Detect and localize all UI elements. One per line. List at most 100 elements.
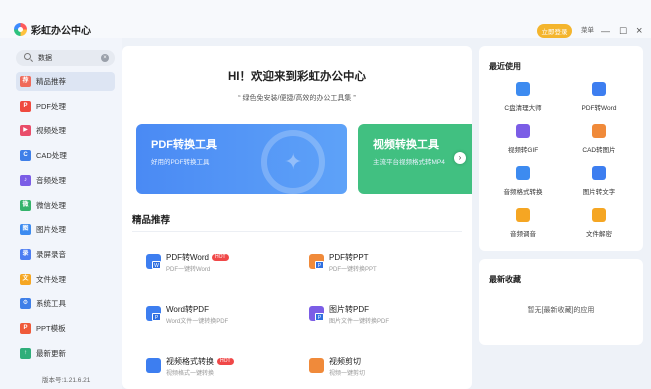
hot-badge: HOT [211,254,229,262]
pdf-word-icon [592,82,606,96]
sidebar-item-label: PPT模板 [36,324,66,333]
recent-item-label: C盘清理大师 [504,105,542,112]
tool-item[interactable]: W PDF转Word HOT PDF一键转Word [129,252,279,282]
update-icon: ↑ [20,347,31,359]
acrobat-deco-icon: ✦ [284,149,303,174]
audio-convert-icon [516,166,530,180]
recent-panel: 最近使用 C盘清理大师 PDF转Word 视频转GIF CAD转图片音频格式转换 图片转… [479,46,643,251]
volume-icon [516,208,530,222]
tool-item[interactable]: P PDF转PPT PDF一键转换PPT [292,252,442,282]
tool-desc: Word文件一键转换PDF [166,319,229,325]
ocr-icon [592,166,606,180]
sidebar-item[interactable]: 图图片处理 [16,220,115,239]
recent-item-label: 音频调音 [510,231,536,238]
close-icon[interactable]: × [636,24,642,38]
divider [132,231,462,232]
recent-item-label: CAD转图片 [582,147,616,154]
video-icon: ▶ [20,125,31,137]
sidebar-item-label: 系统工具 [36,299,66,309]
folder-icon: 文 [20,273,31,285]
recent-item-label: 文件解密 [586,231,612,238]
recent-item[interactable]: PDF转Word [564,82,634,116]
tool-item[interactable]: 视频剪切视频一键剪切 [292,356,442,386]
main-panel: HI！欢迎来到彩虹办公中心 “ 绿色免安装/便捷/高效的办公工具集 ” PDF转… [122,46,472,389]
favorites-panel: 最新收藏 暂无[最新收藏]的应用 [479,259,643,345]
card-title: PDF转换工具 [151,139,217,151]
tool-desc: 视频一键剪切 [329,371,366,377]
sidebar-item[interactable]: 荐精品推荐 [16,72,115,91]
tool-desc: PDF一键转Word [166,267,211,273]
recent-item[interactable]: 图片转文字 [564,166,634,200]
tool-item[interactable]: P Word转PDF Word文件一键转换PDF [129,304,279,334]
maximize-icon[interactable]: ☐ [619,24,627,38]
app-title: 彩虹办公中心 [31,26,91,37]
favorites-title: 最新收藏 [489,275,521,284]
sidebar-item-label: 精品推荐 [36,77,66,86]
sidebar: × 荐精品推荐 P PDF处理 ▶ 视频处理 C CAD处理 ♪ 音频处理微微信处理图图片处理录… [0,38,122,389]
card-desc: 好用的PDF转换工具 [151,159,210,166]
tool-name: 视频格式转换 HOT [166,356,234,367]
tagline: “ 绿色免安装/便捷/高效的办公工具集 ” [238,95,356,102]
sidebar-item[interactable]: ♪ 音频处理 [16,171,115,190]
hot-badge: HOT [217,358,234,366]
sidebar-item[interactable]: 微微信处理 [16,196,115,215]
card-title: 视频转换工具 [373,139,439,151]
format-badge-icon: W [152,261,161,269]
record-icon: 录 [20,248,31,260]
recent-item[interactable]: 视频转GIF [488,124,558,158]
ppt-icon: P [20,323,31,334]
clear-icon[interactable]: × [101,54,109,62]
sidebar-item[interactable]: C CAD处理 [16,146,115,165]
sidebar-item-label: 文件处理 [36,274,66,284]
tool-desc: 视频格式一键转换 [166,371,215,377]
sidebar-item[interactable]: ⚙ 系统工具 [16,294,115,313]
tool-item[interactable]: P 图片转PDF 图片文件一键转换PDF [292,304,442,334]
recent-item[interactable]: 音频格式转换 [488,166,558,200]
section-title: 精品推荐 [132,215,171,226]
sidebar-item-label: 音频处理 [36,175,66,185]
sidebar-item[interactable]: ↑ 最新更新 [16,344,115,363]
sidebar-item-label: 录屏录音 [36,249,66,259]
audio-icon: ♪ [20,174,31,186]
favorites-empty-text: 暂无[最新收藏]的应用 [527,307,595,314]
search-box: × [16,50,115,66]
tool-icon: P [309,254,324,269]
cad-icon: C [20,150,31,162]
tool-desc: PDF一键转换PPT [329,267,377,273]
login-button[interactable]: 立即登录 [537,24,572,38]
sidebar-item-label: 微信处理 [36,200,66,210]
sidebar-item[interactable]: P PPT模板 [16,319,115,338]
tool-desc: 图片文件一键转换PDF [329,319,390,325]
minimize-icon[interactable]: — [601,24,610,38]
tool-icon: P [146,306,161,321]
sidebar-item[interactable]: ▶ 视频处理 [16,121,115,140]
sidebar-item[interactable]: 录录屏录音 [16,245,115,264]
pdf-icon: P [20,100,31,112]
title-bar: 彩虹办公中心 立即登录 菜单 — ☐ × [0,0,651,38]
tool-name: PDF转PPT [329,253,369,262]
recommend-icon: 荐 [20,76,31,87]
format-badge-icon: P [152,313,161,321]
recent-item[interactable]: CAD转图片 [564,124,634,158]
pdf-converter-card[interactable]: PDF转换工具 好用的PDF转换工具 ✦ [136,124,347,194]
sidebar-item[interactable]: P PDF处理 [16,97,115,116]
menu-button[interactable]: 菜单 [581,24,594,38]
tool-name: 图片转PDF [329,305,369,314]
wechat-icon: 微 [20,199,31,211]
recent-item-label: 音频格式转换 [503,189,543,196]
recent-item-label: 视频转GIF [507,147,539,154]
tool-item[interactable]: 视频格式转换 HOT 视频格式一键转换 [129,356,279,386]
recent-title: 最近使用 [489,62,521,71]
image-icon: 图 [20,224,31,236]
recent-item-label: 图片转文字 [582,189,616,196]
recent-item[interactable]: 音频调音 [488,208,558,242]
sidebar-item-label: PDF处理 [36,101,66,111]
search-input[interactable] [38,52,98,64]
recent-item[interactable]: 文件解密 [564,208,634,242]
tool-name: 视频剪切 [329,357,361,366]
sidebar-item[interactable]: 文文件处理 [16,270,115,289]
recent-item[interactable]: C盘清理大师 [488,82,558,116]
carousel-next-icon[interactable]: › [454,152,466,164]
card-desc: 主流平台视频格式转MP4 [373,159,445,166]
tool-name: Word转PDF [166,305,209,314]
